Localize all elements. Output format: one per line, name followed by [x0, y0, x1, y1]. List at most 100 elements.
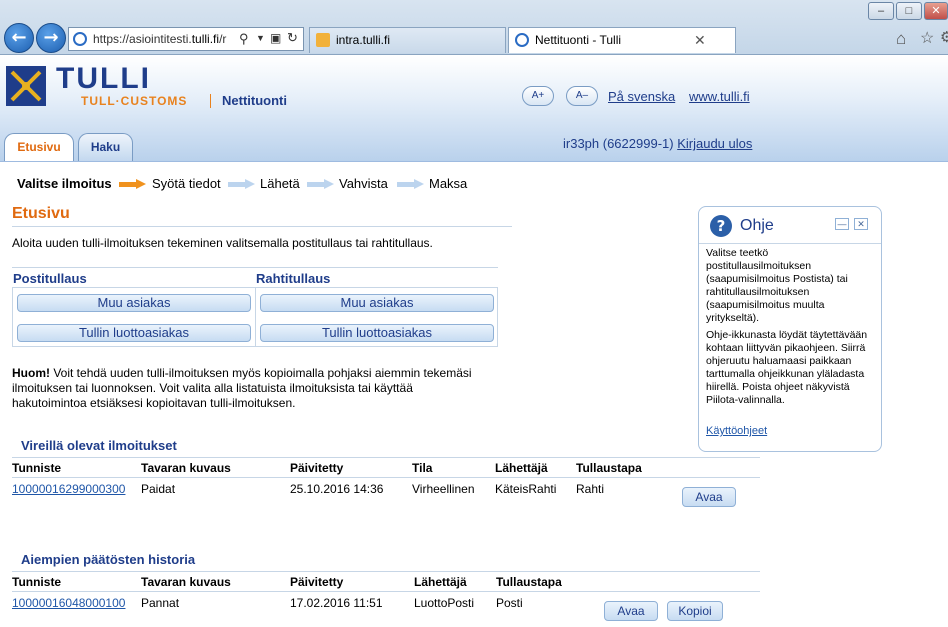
customs-method: Posti	[496, 596, 523, 610]
logo-subtitle: TULL·CUSTOMS	[81, 94, 188, 108]
tab-etusivu[interactable]: Etusivu	[4, 133, 74, 161]
address-bar[interactable]: https://asiointitesti.tulli.fi/r ⚲ ▼ ▣ ↻	[68, 27, 304, 51]
customs-emblem-icon	[6, 66, 46, 106]
column-header: Lähettäjä	[414, 575, 467, 589]
font-increase-button[interactable]: A+	[522, 86, 554, 106]
divider	[210, 94, 211, 108]
home-icon[interactable]: ⌂	[896, 29, 906, 49]
column-header: Tunniste	[12, 461, 62, 475]
tab-label: intra.tulli.fi	[336, 33, 391, 47]
help-title: Ohje	[740, 217, 774, 234]
page-icon	[316, 33, 330, 47]
help-paragraph: Valitse teetkö postitullausilmoituksen (…	[706, 247, 848, 324]
maximize-icon[interactable]: □	[896, 2, 922, 20]
column-header: Lähettäjä	[495, 461, 548, 475]
step-laheta: Lähetä	[260, 176, 300, 191]
notice-line: hakutoimintoa etsiäksesi kopioitavan tul…	[12, 396, 296, 410]
open-button[interactable]: Avaa	[604, 601, 658, 621]
column-header: Tavaran kuvaus	[141, 575, 231, 589]
tab-label: Nettituonti - Tulli	[535, 33, 622, 47]
close-window-icon[interactable]: ✕	[924, 2, 948, 20]
minimize-help-icon[interactable]: —	[835, 218, 849, 230]
rahti-muu-asiakas-button[interactable]: Muu asiakas	[260, 294, 494, 312]
help-panel[interactable]: ? Ohje — ✕ Valitse teetkö postitullausil…	[698, 206, 882, 452]
tulli-site-link[interactable]: www.tulli.fi	[689, 89, 750, 104]
history-heading: Aiempien päätösten historia	[21, 552, 196, 567]
updated-date: 25.10.2016 14:36	[290, 482, 384, 496]
divider	[12, 477, 760, 478]
divider	[12, 591, 760, 592]
logout-link[interactable]: Kirjaudu ulos	[677, 136, 752, 151]
close-icon[interactable]: ✕	[694, 28, 706, 52]
minimize-icon[interactable]: –	[868, 2, 894, 20]
rahti-luottoasiakas-button[interactable]: Tullin luottoasiakas	[260, 324, 494, 342]
rahtitullaus-heading: Rahtitullaus	[256, 271, 331, 286]
divider	[12, 267, 498, 268]
declaration-id-link[interactable]: 10000016299000300	[12, 482, 125, 496]
divider	[255, 287, 256, 347]
tab-haku[interactable]: Haku	[78, 133, 133, 161]
step-maksa: Maksa	[429, 176, 468, 191]
ie-icon	[515, 33, 529, 47]
favorites-icon[interactable]: ☆	[920, 28, 934, 48]
customs-method: Rahti	[576, 482, 605, 496]
back-icon[interactable]: ←	[4, 23, 34, 53]
column-header: Tila	[412, 461, 433, 475]
question-icon: ?	[710, 215, 732, 237]
logo-text: TULLI	[56, 62, 151, 95]
column-header: Tullaustapa	[576, 461, 642, 475]
step-arrow-icon	[119, 179, 147, 189]
font-decrease-button[interactable]: A–	[566, 86, 598, 106]
open-button[interactable]: Avaa	[682, 487, 736, 507]
sender: KäteisRahti	[495, 482, 557, 496]
column-header: Päivitetty	[290, 461, 344, 475]
user-id: ir33ph (6622999-1)	[563, 136, 674, 151]
step-valitse-ilmoitus: Valitse ilmoitus	[17, 176, 112, 191]
notice-line: ilmoituksen tai luonnoksen. Voit valita …	[12, 381, 413, 395]
updated-date: 17.02.2016 11:51	[290, 596, 383, 610]
pending-heading: Vireillä olevat ilmoitukset	[21, 438, 177, 453]
settings-icon[interactable]: ⚙	[940, 28, 948, 46]
divider	[12, 226, 512, 227]
goods-description: Paidat	[141, 482, 176, 496]
user-info: ir33ph (6622999-1) Kirjaudu ulos	[563, 136, 752, 151]
swedish-link[interactable]: På svenska	[608, 89, 675, 104]
divider	[12, 571, 760, 572]
decision-id-link[interactable]: 10000016048000100	[12, 596, 125, 610]
copy-button[interactable]: Kopioi	[667, 601, 723, 621]
step-arrow-icon	[228, 179, 256, 189]
header-divider	[0, 161, 948, 162]
step-vahvista: Vahvista	[339, 176, 388, 191]
posti-muu-asiakas-button[interactable]: Muu asiakas	[17, 294, 251, 312]
close-help-icon[interactable]: ✕	[854, 218, 868, 230]
help-paragraph: Ohje-ikkunasta löydät täytettävään kohta…	[706, 329, 868, 406]
search-icon[interactable]: ⚲	[239, 31, 249, 47]
divider	[12, 457, 760, 458]
column-header: Päivitetty	[290, 575, 344, 589]
dropdown-icon[interactable]: ▼	[256, 33, 265, 43]
site-header: TULLI TULL·CUSTOMS Nettituonti A+ A– På …	[0, 56, 948, 161]
sender: LuottoPosti	[414, 596, 475, 610]
notice-line: Voit tehdä uuden tulli-ilmoituksen myös …	[50, 366, 472, 380]
tab-nettituonti[interactable]: Nettituonti - Tulli ✕	[508, 27, 736, 53]
status: Virheellinen	[412, 482, 475, 496]
refresh-icon[interactable]: ↻	[287, 30, 298, 46]
forward-icon[interactable]: →	[36, 23, 66, 53]
page-title: Etusivu	[12, 205, 70, 222]
column-header: Tavaran kuvaus	[141, 461, 231, 475]
tab-intra[interactable]: intra.tulli.fi	[309, 27, 506, 53]
column-header: Tullaustapa	[496, 575, 562, 589]
column-header: Tunniste	[12, 575, 62, 589]
notice-text: Huom! Voit tehdä uuden tulli-ilmoituksen…	[12, 366, 512, 411]
postitullaus-heading: Postitullaus	[13, 271, 87, 286]
url-text: https://asiointitesti.tulli.fi/r	[93, 32, 227, 46]
step-arrow-icon	[397, 179, 425, 189]
posti-luottoasiakas-button[interactable]: Tullin luottoasiakas	[17, 324, 251, 342]
intro-text: Aloita uuden tulli-ilmoituksen tekeminen…	[12, 236, 433, 250]
step-arrow-icon	[307, 179, 335, 189]
notice-bold: Huom!	[12, 366, 50, 380]
ie-icon	[73, 32, 87, 46]
goods-description: Pannat	[141, 596, 180, 610]
user-guide-link[interactable]: Käyttöohjeet	[706, 425, 767, 437]
service-name: Nettituonti	[222, 93, 287, 108]
